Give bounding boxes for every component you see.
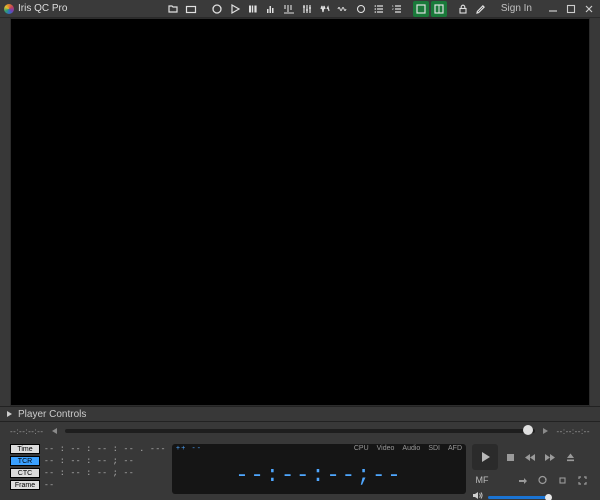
eject-button[interactable] — [562, 450, 578, 464]
panel-a-icon[interactable] — [413, 1, 429, 17]
volume-thumb[interactable] — [545, 494, 552, 500]
open-file-icon[interactable] — [165, 1, 181, 17]
panel-b-icon[interactable] — [431, 1, 447, 17]
player-controls-header[interactable]: Player Controls — [0, 406, 600, 422]
scope-icon[interactable] — [353, 1, 369, 17]
numbered-list-icon[interactable]: 12 — [389, 1, 405, 17]
status-chip-video[interactable]: Video — [377, 445, 395, 456]
tc-label-frame[interactable]: Frame — [10, 480, 40, 490]
project-icon[interactable] — [183, 1, 199, 17]
timecode-panel: Time -- : -- : -- : -- . --- TCR -- : --… — [10, 444, 166, 494]
edit-icon[interactable] — [473, 1, 489, 17]
sliders-icon[interactable] — [299, 1, 315, 17]
app-logo — [4, 4, 14, 14]
tc-label-time[interactable]: Time — [10, 444, 40, 454]
volume-slider[interactable] — [488, 496, 550, 499]
player-controls-label: Player Controls — [18, 409, 86, 420]
play-button[interactable] — [472, 444, 498, 470]
timeline-row: --:--:--:-- --:--:--:-- — [0, 422, 600, 440]
minimize-button[interactable] — [546, 2, 560, 16]
crop-button[interactable] — [554, 473, 570, 487]
rewind-button[interactable] — [522, 450, 538, 464]
lock-icon[interactable] — [455, 1, 471, 17]
tc-value-time: -- : -- : -- : -- . --- — [44, 445, 166, 454]
stop-button[interactable] — [502, 450, 518, 464]
close-button[interactable] — [582, 2, 596, 16]
timeline-end-tc: --:--:--:-- — [557, 427, 590, 436]
histogram-icon[interactable] — [281, 1, 297, 17]
mf-label: MF — [472, 475, 492, 485]
app-title: Iris QC Pro — [18, 3, 67, 14]
record-icon[interactable] — [209, 1, 225, 17]
loop-button[interactable] — [534, 473, 550, 487]
timeline-skip-start-icon[interactable] — [49, 426, 59, 436]
status-chip-afd[interactable]: AFD — [448, 445, 462, 456]
status-panel: ++ -- CPU Video Audio SDI AFD --:--:--;-… — [172, 444, 466, 494]
status-lead: ++ -- — [176, 445, 202, 456]
status-chip-cpu[interactable]: CPU — [354, 445, 369, 456]
play-outline-icon[interactable] — [227, 1, 243, 17]
chapters-icon[interactable] — [245, 1, 261, 17]
goto-button[interactable] — [514, 473, 530, 487]
tc-value-frame: -- — [44, 481, 55, 490]
waveform-icon[interactable] — [335, 1, 351, 17]
big-timecode: --:--:--;-- — [235, 463, 402, 488]
volume-icon[interactable] — [472, 490, 484, 500]
status-chip-sdi[interactable]: SDI — [428, 445, 440, 456]
forward-button[interactable] — [542, 450, 558, 464]
transport-panel: MF — [472, 444, 590, 494]
tc-value-tcr: -- : -- : -- ; -- — [44, 457, 134, 466]
status-chip-audio[interactable]: Audio — [402, 445, 420, 456]
maximize-button[interactable] — [564, 2, 578, 16]
list-icon[interactable] — [371, 1, 387, 17]
audio-wave-icon[interactable] — [317, 1, 333, 17]
collapse-icon — [6, 410, 14, 418]
tc-label-ctc[interactable]: CTC — [10, 468, 40, 478]
sign-in-link[interactable]: Sign In — [501, 3, 532, 14]
timeline-start-tc: --:--:--:-- — [10, 427, 43, 436]
levels-icon[interactable] — [263, 1, 279, 17]
timeline-track[interactable] — [65, 429, 534, 433]
video-viewport[interactable] — [10, 18, 590, 406]
toolbar: 12 — [165, 1, 489, 17]
timeline-skip-end-icon[interactable] — [541, 426, 551, 436]
bottom-panel: Time -- : -- : -- : -- . --- TCR -- : --… — [0, 440, 600, 500]
fullscreen-button[interactable] — [574, 473, 590, 487]
tc-value-ctc: -- : -- : -- ; -- — [44, 469, 134, 478]
titlebar: Iris QC Pro — [0, 0, 600, 18]
svg-text:2: 2 — [392, 7, 394, 11]
tc-label-tcr[interactable]: TCR — [10, 456, 40, 466]
timeline-playhead[interactable] — [523, 425, 533, 435]
